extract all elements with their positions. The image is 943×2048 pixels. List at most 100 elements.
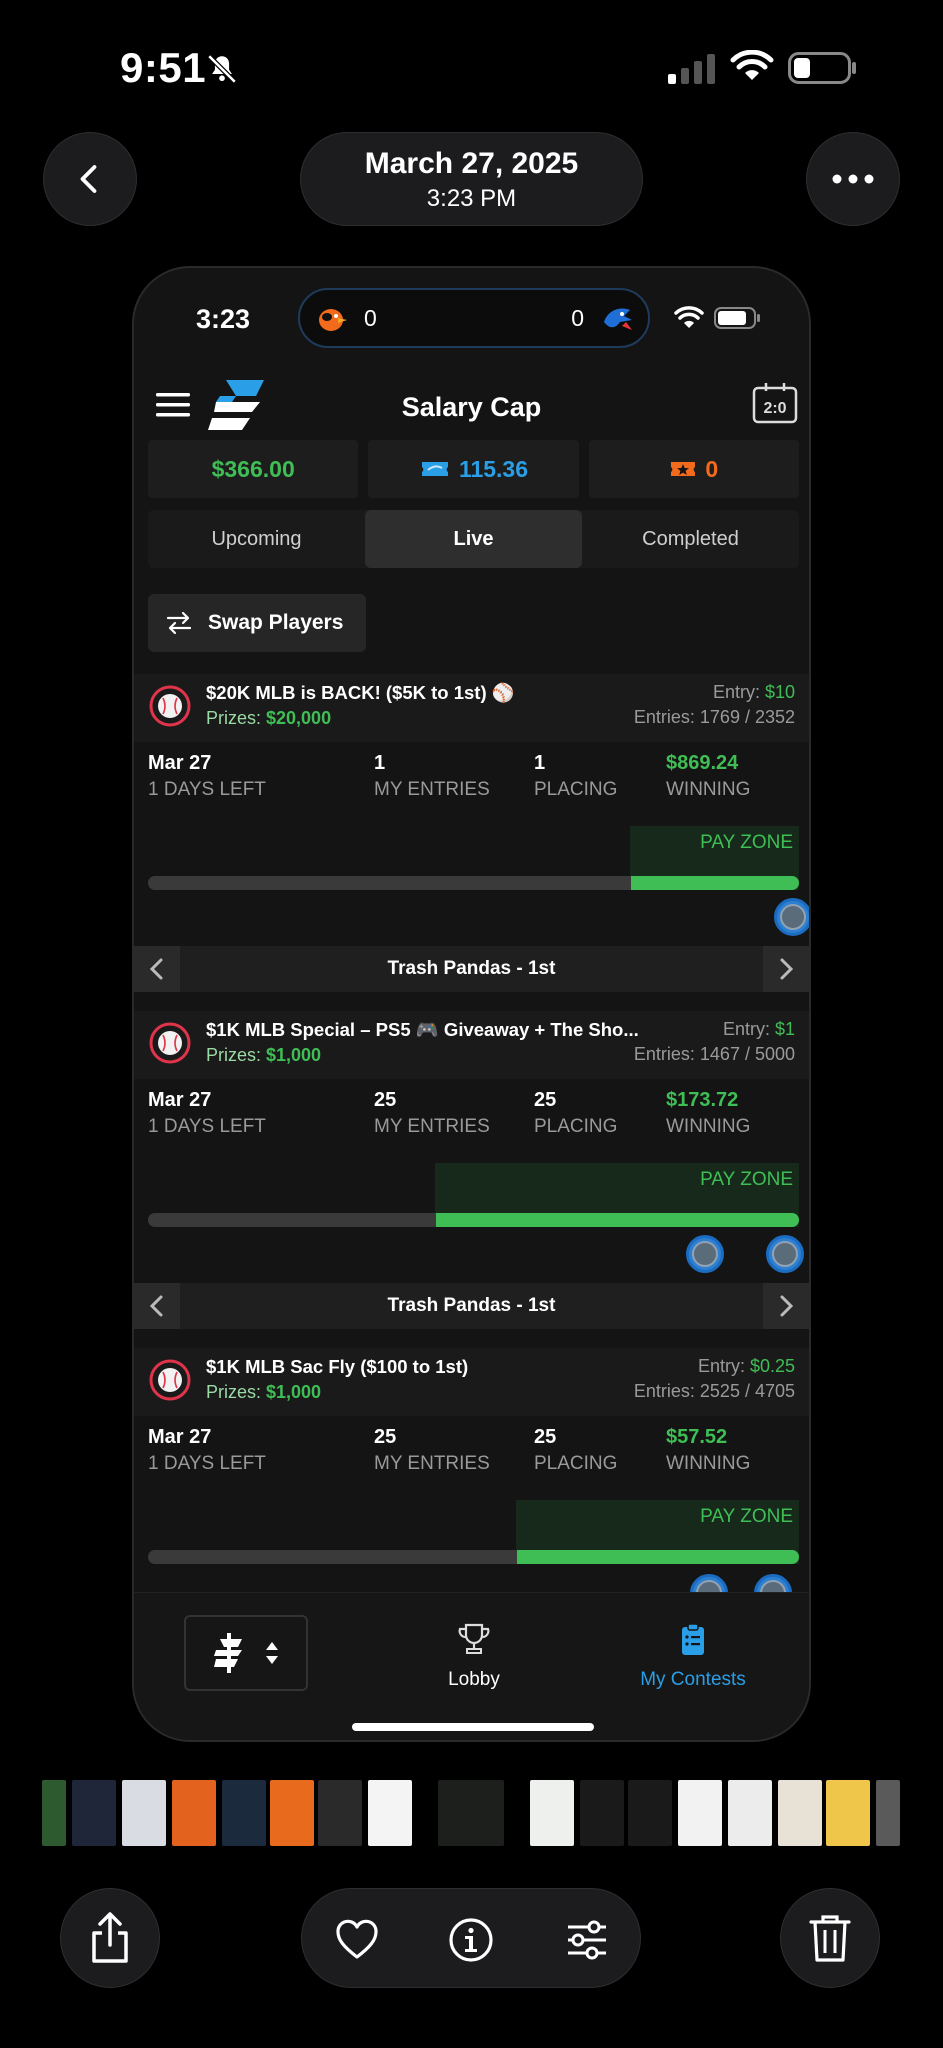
photo-thumbnail[interactable] bbox=[876, 1780, 900, 1846]
chevron-left-icon bbox=[80, 165, 97, 193]
crown-balance-value: 0 bbox=[705, 455, 719, 482]
tab-completed[interactable]: Completed bbox=[582, 510, 799, 568]
photo-thumbnail[interactable] bbox=[368, 1780, 412, 1846]
team-avatar-marker[interactable] bbox=[766, 1235, 804, 1273]
home-indicator[interactable] bbox=[352, 1723, 594, 1731]
contest-entries-count: Entries: 1769 / 2352 bbox=[634, 707, 795, 728]
contest-card[interactable]: $1K MLB Special – PS5 🎮 Giveaway + The S… bbox=[134, 1011, 809, 1348]
os-status-bar: 9:51 bbox=[0, 0, 943, 130]
stat-winning: $869.24 WINNING bbox=[666, 752, 750, 801]
team-name: Trash Pandas - 1st bbox=[387, 1295, 556, 1316]
entries-value: 1467 / 5000 bbox=[699, 1044, 795, 1064]
tab-upcoming[interactable]: Upcoming bbox=[148, 510, 365, 568]
raccoon-avatar-icon bbox=[772, 1241, 798, 1267]
star-ticket-icon bbox=[671, 462, 696, 476]
team-avatar-marker[interactable] bbox=[774, 898, 809, 936]
photo-thumbnail[interactable] bbox=[678, 1780, 722, 1846]
contest-prizes: Prizes: $1,000 bbox=[206, 1382, 321, 1403]
photo-thumbnail[interactable] bbox=[580, 1780, 624, 1846]
stat-date: Mar 27 1 DAYS LEFT bbox=[148, 752, 266, 801]
trash-icon bbox=[809, 1915, 851, 1962]
sort-arrows-icon bbox=[266, 1642, 278, 1664]
entries-label: Entries: bbox=[633, 707, 700, 727]
my-entries-value: 25 bbox=[374, 1426, 397, 1448]
balances-row: $366.00 115.36 0 bbox=[148, 440, 799, 498]
info-icon[interactable] bbox=[448, 1917, 494, 1963]
photo-thumbnail[interactable] bbox=[826, 1780, 870, 1846]
standings-track bbox=[148, 876, 799, 890]
entries-value: 1769 / 2352 bbox=[699, 707, 795, 727]
contest-entry-fee: Entry: $0.25 bbox=[698, 1356, 795, 1377]
photo-thumbnail[interactable] bbox=[778, 1780, 822, 1846]
entry-fee-value: $0.25 bbox=[749, 1356, 795, 1376]
live-activity-pill[interactable]: 0 0 bbox=[298, 288, 650, 348]
stat-my-entries: 1 MY ENTRIES bbox=[374, 752, 490, 801]
stat-my-entries: 25 MY ENTRIES bbox=[374, 1089, 490, 1138]
photo-thumbnail[interactable] bbox=[42, 1780, 66, 1846]
nav-lobby[interactable]: Lobby bbox=[414, 1621, 534, 1691]
swap-players-button[interactable]: Swap Players bbox=[148, 594, 366, 652]
photo-thumbnail[interactable] bbox=[222, 1780, 266, 1846]
pay-zone-label: PAY ZONE bbox=[700, 1506, 793, 1527]
contest-prizes: Prizes: $20,000 bbox=[206, 708, 331, 729]
photo-thumbnail[interactable] bbox=[122, 1780, 166, 1846]
home-score: 0 bbox=[571, 305, 584, 331]
crown-balance[interactable]: 0 bbox=[588, 440, 799, 498]
nav-my-contests[interactable]: My Contests bbox=[618, 1621, 768, 1691]
pay-zone-fill bbox=[631, 876, 799, 890]
photo-date-pill[interactable]: March 27, 2025 3:23 PM bbox=[300, 132, 643, 226]
phone-clock: 3:23 bbox=[196, 304, 251, 334]
my-entries-label: MY ENTRIES bbox=[374, 1116, 490, 1137]
nav-my-contests-label: My Contests bbox=[640, 1669, 746, 1690]
pay-zone-fill bbox=[517, 1550, 799, 1564]
delete-button[interactable] bbox=[780, 1888, 880, 1988]
photo-date: March 27, 2025 bbox=[364, 147, 579, 180]
contest-card[interactable]: $1K MLB Sac Fly ($100 to 1st) Prizes: $1… bbox=[134, 1348, 809, 1612]
photo-thumbnail[interactable] bbox=[728, 1780, 772, 1846]
team-avatar-marker[interactable] bbox=[686, 1235, 724, 1273]
next-team-button[interactable] bbox=[763, 946, 809, 992]
scoreboard-icon[interactable]: 2:0 bbox=[752, 382, 798, 424]
photo-time: 3:23 PM bbox=[426, 185, 517, 212]
chevron-right-icon bbox=[780, 958, 794, 980]
photo-thumbnail[interactable] bbox=[172, 1780, 216, 1846]
my-entries-label: MY ENTRIES bbox=[374, 779, 490, 800]
entry-fee-value: $1 bbox=[774, 1019, 795, 1039]
heart-icon[interactable] bbox=[334, 1917, 380, 1963]
photo-thumbnail[interactable] bbox=[318, 1780, 362, 1846]
baseball-icon bbox=[149, 1022, 191, 1064]
stat-my-entries: 25 MY ENTRIES bbox=[374, 1426, 490, 1475]
share-button[interactable] bbox=[60, 1888, 160, 1988]
photo-thumbnail[interactable] bbox=[530, 1780, 574, 1846]
back-button[interactable] bbox=[43, 132, 137, 226]
entries-value: 2525 / 4705 bbox=[699, 1381, 795, 1401]
stat-date: Mar 27 1 DAYS LEFT bbox=[148, 1089, 266, 1138]
phone-wifi-icon bbox=[674, 306, 704, 328]
winning-label: WINNING bbox=[666, 779, 751, 800]
next-team-button[interactable] bbox=[763, 1283, 809, 1329]
more-button[interactable] bbox=[806, 132, 900, 226]
contest-entry-fee: Entry: $1 bbox=[723, 1019, 795, 1040]
entries-label: Entries: bbox=[633, 1044, 700, 1064]
app-header: Salary Cap 2:0 bbox=[134, 368, 809, 448]
contest-stats: Mar 27 1 DAYS LEFT 25 MY ENTRIES 25 PLACING… bbox=[148, 1426, 799, 1486]
bell-slash-icon bbox=[207, 54, 237, 84]
entry-fee-value: $10 bbox=[764, 682, 795, 702]
entries-label: Entries: bbox=[633, 1381, 700, 1401]
swap-players-label: Swap Players bbox=[208, 611, 344, 634]
wallet-switcher[interactable] bbox=[184, 1615, 308, 1691]
my-entries-value: 1 bbox=[374, 752, 386, 774]
contest-header: $1K MLB Special – PS5 🎮 Giveaway + The S… bbox=[134, 1011, 809, 1079]
contest-name: $20K MLB is BACK! ($5K to 1st) ⚾ bbox=[206, 682, 515, 703]
cash-balance[interactable]: $366.00 bbox=[148, 440, 359, 498]
photo-thumbnail[interactable] bbox=[72, 1780, 116, 1846]
contest-stats: Mar 27 1 DAYS LEFT 1 MY ENTRIES 1 PLACING $… bbox=[148, 752, 799, 812]
adjust-sliders-icon[interactable] bbox=[564, 1917, 610, 1963]
photo-thumbnail-selected[interactable] bbox=[438, 1780, 504, 1846]
photo-thumbnail[interactable] bbox=[628, 1780, 672, 1846]
phone-status-bar: 3:23 0 0 bbox=[134, 268, 809, 368]
photo-thumbnail[interactable] bbox=[270, 1780, 314, 1846]
ticket-balance[interactable]: 115.36 bbox=[368, 440, 579, 498]
tab-live[interactable]: Live bbox=[365, 510, 582, 568]
pay-zone-fill bbox=[436, 1213, 799, 1227]
